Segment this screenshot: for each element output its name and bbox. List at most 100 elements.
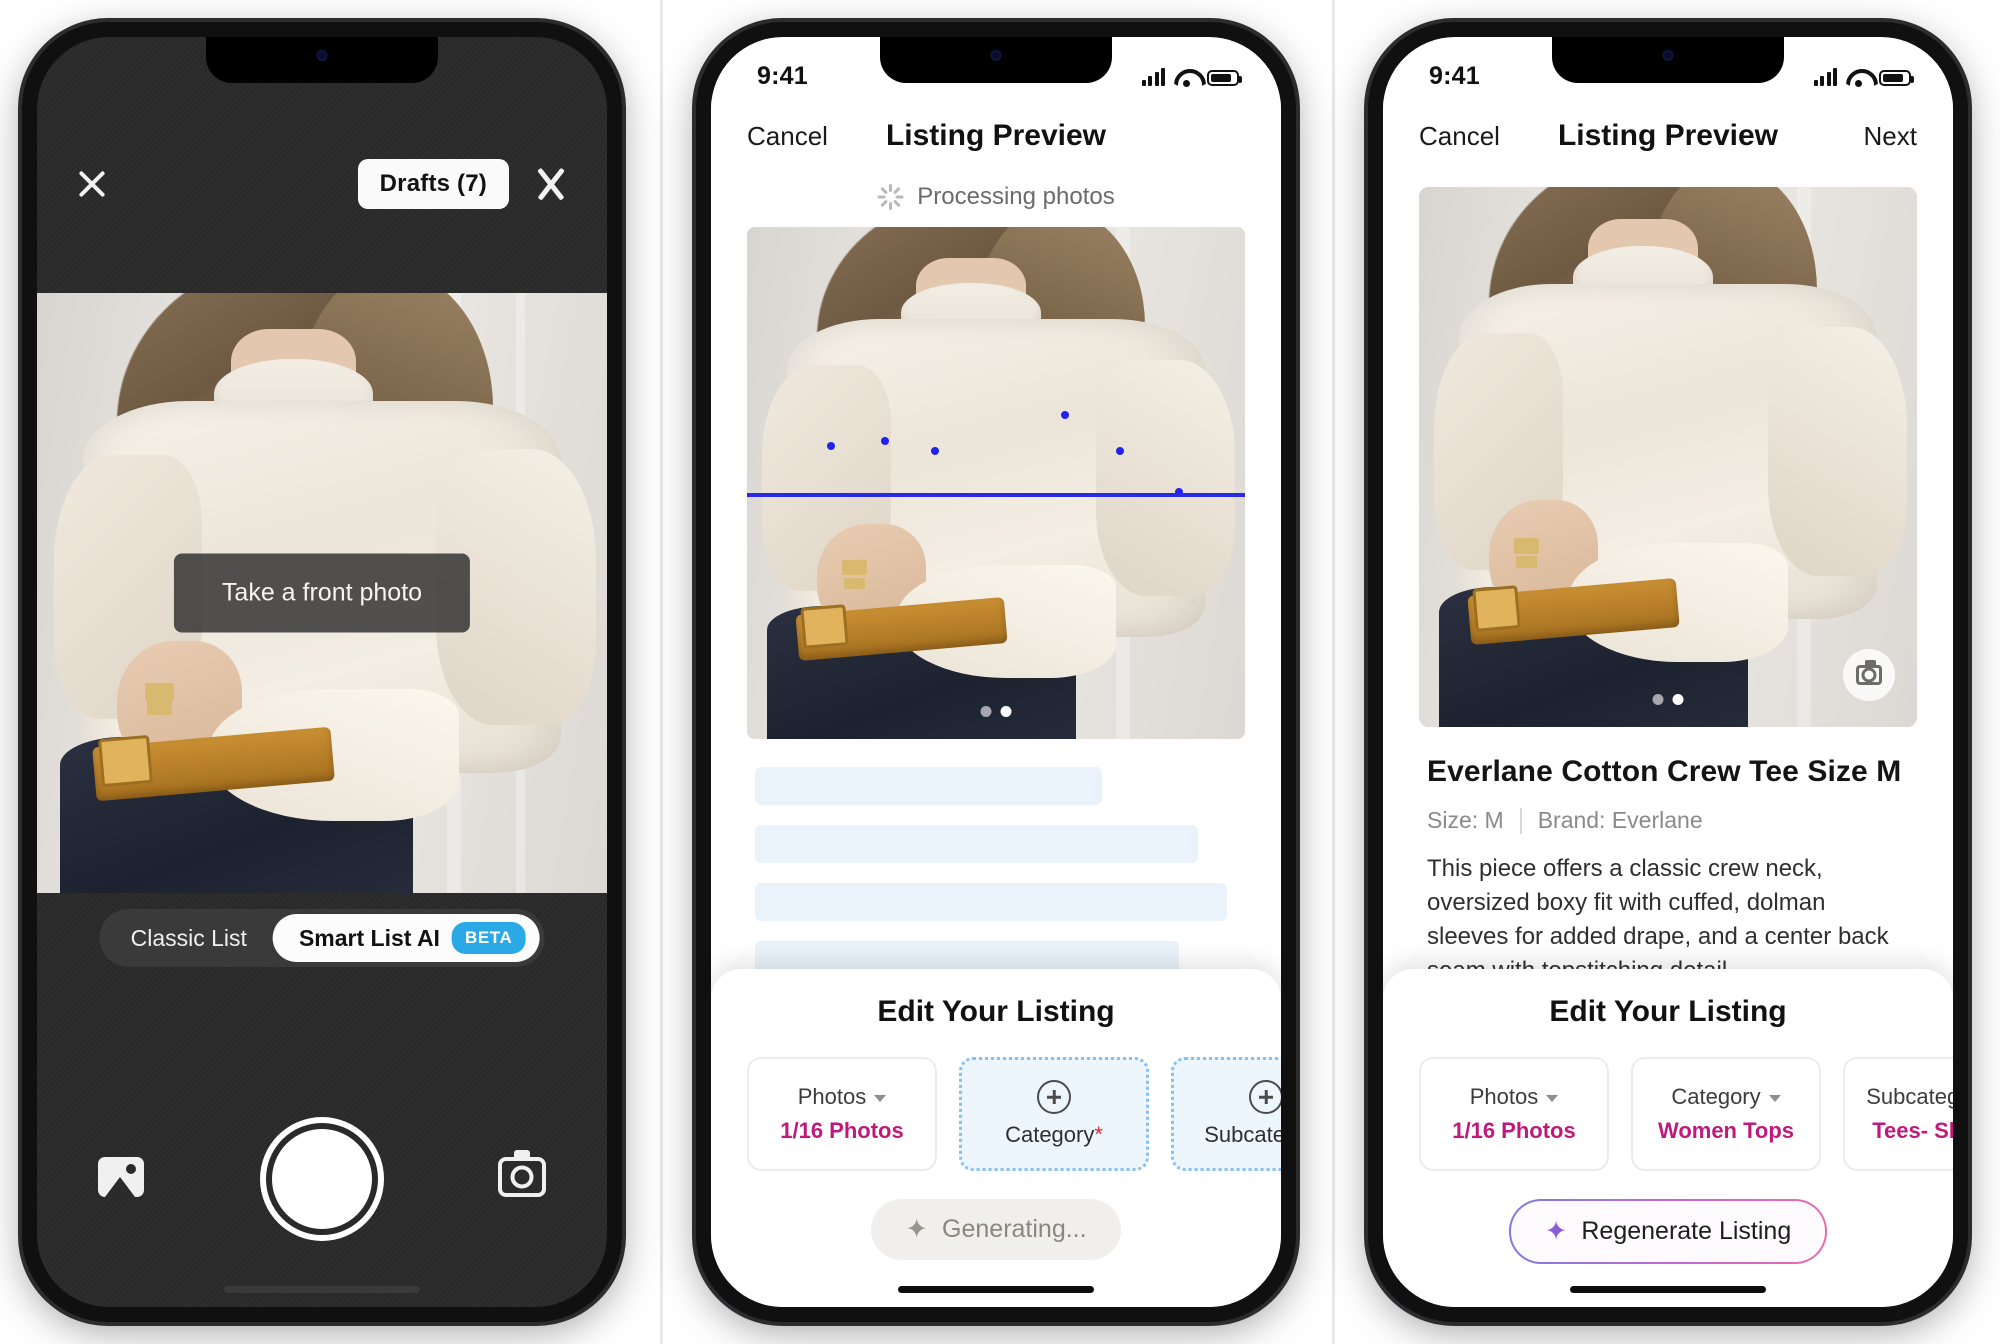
plus-circle-icon <box>1249 1080 1281 1114</box>
status-time: 9:41 <box>757 61 808 90</box>
chip-photos-label: Photos <box>1470 1084 1559 1110</box>
camera-controls: Classic List Smart List AI BETA <box>37 877 607 1307</box>
sparkle-icon: ✦ <box>1544 1216 1568 1246</box>
status-time: 9:41 <box>1429 61 1480 90</box>
chip-row[interactable]: Photos 1/16 Photos Category Women Tops S… <box>1383 1057 1953 1171</box>
cancel-button[interactable]: Cancel <box>1419 121 1515 152</box>
detection-line <box>747 493 1245 498</box>
panel-divider-1 <box>660 0 663 1344</box>
panel-divider-2 <box>1332 0 1335 1344</box>
chevron-down-icon <box>1768 1095 1781 1103</box>
chevron-down-icon <box>874 1095 887 1103</box>
listing-photo[interactable] <box>747 227 1245 739</box>
flip-camera-icon[interactable] <box>498 1150 546 1201</box>
status-icons <box>1141 67 1242 87</box>
mode-smart-list-ai[interactable]: Smart List AI BETA <box>272 914 540 962</box>
shutter-button[interactable] <box>266 1123 378 1235</box>
page-title: Listing Preview <box>885 119 1107 152</box>
home-indicator <box>1570 1286 1766 1293</box>
sheet-title: Edit Your Listing <box>877 995 1115 1028</box>
sheet-title: Edit Your Listing <box>1549 995 1787 1028</box>
chip-category-label: Category* <box>1005 1122 1103 1148</box>
edit-listing-sheet: Edit Your Listing Photos 1/16 Photos Cat… <box>1383 969 1953 1307</box>
camera-badge-icon[interactable] <box>1843 649 1895 701</box>
photo-pager[interactable] <box>1652 694 1684 705</box>
chip-label-text: Photos <box>1469 1083 1539 1109</box>
cancel-button[interactable]: Cancel <box>747 121 843 152</box>
mode-smart-list-label: Smart List AI <box>298 924 440 951</box>
page-title: Listing Preview <box>1557 119 1779 152</box>
photo-pager[interactable] <box>980 706 1012 717</box>
screenshot-stage: Drafts (7) Take a front photo Classic Li… <box>0 0 2000 1344</box>
regenerate-label: Regenerate Listing <box>1581 1217 1792 1245</box>
regenerate-listing-button[interactable]: ✦ Regenerate Listing <box>1509 1199 1828 1264</box>
front-camera-icon <box>316 50 328 61</box>
home-indicator <box>224 1286 420 1293</box>
chip-category[interactable]: Category* <box>959 1057 1149 1171</box>
wifi-icon <box>1174 68 1198 87</box>
cellular-signal-icon <box>1141 67 1165 86</box>
camera-viewfinder[interactable]: Take a front photo <box>37 293 607 893</box>
chip-subcategory-label: Subcategory <box>1866 1084 1953 1110</box>
chip-label-text: Subcategory <box>1866 1083 1953 1109</box>
generating-button: ✦ Generating... <box>871 1199 1121 1260</box>
listing-brand: Brand: Everlane <box>1537 807 1703 833</box>
detection-point <box>1115 447 1124 456</box>
chip-label-text: Category <box>1671 1083 1761 1109</box>
mode-classic-list[interactable]: Classic List <box>105 914 273 962</box>
cta-row: ✦ Regenerate Listing <box>1383 1199 1953 1264</box>
phone-processing: 9:41 Cancel Listing Preview Processing p… <box>696 22 1296 1322</box>
cta-row: ✦ Generating... <box>711 1199 1281 1260</box>
front-camera-icon <box>1662 50 1674 61</box>
battery-icon <box>1207 69 1242 86</box>
home-indicator <box>898 1286 1094 1293</box>
beta-badge: BETA <box>451 922 526 954</box>
listing-size: Size: M <box>1427 807 1504 833</box>
listing-photo-image <box>1419 187 1917 727</box>
notch <box>1552 37 1784 83</box>
phone-camera: Drafts (7) Take a front photo Classic Li… <box>22 22 622 1322</box>
chip-photos[interactable]: Photos 1/16 Photos <box>1419 1057 1609 1171</box>
listing-meta: Size: M Brand: Everlane <box>1427 807 1913 834</box>
loading-spinner-icon <box>877 184 904 210</box>
chip-photos-value: 1/16 Photos <box>1452 1117 1576 1143</box>
generating-label: Generating... <box>942 1215 1087 1243</box>
chip-subcategory[interactable]: Subcategory Tees- Short.. <box>1843 1057 1953 1171</box>
chip-subcategory[interactable]: Subcategory <box>1171 1057 1281 1171</box>
phone-result: 9:41 Cancel Listing Preview Next Everlan… <box>1368 22 1968 1322</box>
meta-divider <box>1519 807 1522 834</box>
chip-category[interactable]: Category Women Tops <box>1631 1057 1821 1171</box>
chip-category-value: Women Tops <box>1657 1117 1795 1143</box>
front-camera-icon <box>990 50 1002 61</box>
battery-icon <box>1879 69 1914 86</box>
gallery-icon[interactable] <box>98 1157 146 1201</box>
chip-subcategory-value: Tees- Short.. <box>1872 1117 1953 1143</box>
chip-category-label: Category <box>1671 1083 1781 1110</box>
plus-circle-icon <box>1037 1080 1071 1114</box>
chip-photos-label: Photos <box>798 1084 887 1110</box>
listing-photo-image <box>747 227 1245 739</box>
processing-screen: 9:41 Cancel Listing Preview Processing p… <box>711 37 1281 1307</box>
chip-label-text: Photos <box>797 1083 867 1109</box>
next-button[interactable]: Next <box>1821 121 1917 152</box>
chip-row[interactable]: Photos 1/16 Photos Category* Subcatego <box>711 1057 1281 1171</box>
camera-topbar-right: Drafts (7) <box>357 159 571 209</box>
chip-subcategory-label: Subcategory <box>1204 1122 1281 1147</box>
shutter-row <box>37 1123 607 1235</box>
notch <box>206 37 438 83</box>
drafts-button[interactable]: Drafts (7) <box>357 159 509 209</box>
wifi-icon <box>1846 68 1870 87</box>
result-screen: 9:41 Cancel Listing Preview Next Everlan… <box>1383 37 1953 1307</box>
listing-photo[interactable] <box>1419 187 1917 727</box>
mode-toggle[interactable]: Classic List Smart List AI BETA <box>99 909 545 967</box>
sparkle-icon: ✦ <box>905 1214 929 1244</box>
edit-listing-sheet: Edit Your Listing Photos 1/16 Photos Cat… <box>711 969 1281 1307</box>
nav-bar: Cancel Listing Preview Next <box>1383 99 1953 173</box>
chip-photos-value: 1/16 Photos <box>780 1117 904 1143</box>
chip-photos[interactable]: Photos 1/16 Photos <box>747 1057 937 1171</box>
flash-off-icon[interactable] <box>531 164 571 204</box>
required-marker: * <box>1094 1122 1103 1147</box>
close-icon[interactable] <box>73 165 111 203</box>
listing-description: This piece offers a classic crew neck, o… <box>1427 855 1889 984</box>
chip-label-text: Category <box>1005 1122 1095 1147</box>
